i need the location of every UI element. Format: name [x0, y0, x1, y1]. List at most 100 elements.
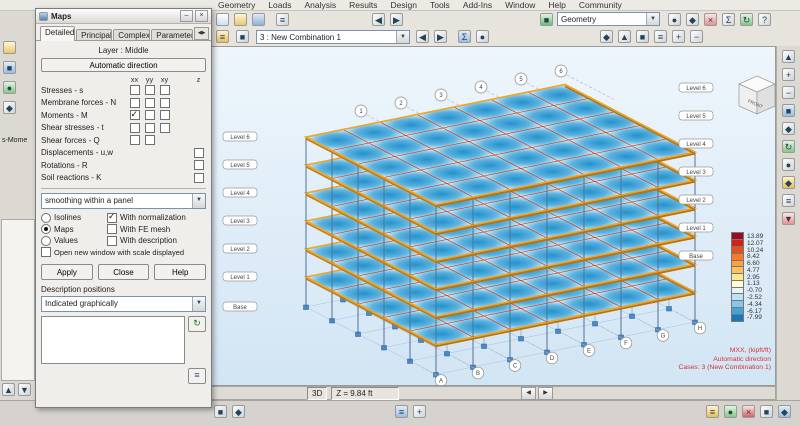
checkbox-z[interactable]: [193, 147, 204, 158]
zoom-out-icon[interactable]: −: [782, 86, 795, 99]
view-manager-icon[interactable]: ■: [214, 405, 227, 418]
open-new-window-option[interactable]: Open new window with scale displayed: [41, 247, 206, 259]
radio-maps[interactable]: Maps: [41, 224, 107, 236]
next-view-icon[interactable]: ▶: [538, 386, 553, 400]
radio-isolines[interactable]: Isolines: [41, 212, 107, 224]
zoom-all-icon[interactable]: ◆: [686, 13, 699, 26]
checkbox-xx[interactable]: [129, 85, 140, 96]
select-cursor-icon[interactable]: ▲: [782, 50, 795, 63]
work-plane-z[interactable]: Z = 9.84 ft: [331, 386, 400, 400]
units-icon[interactable]: ●: [724, 405, 737, 418]
checkbox-xy[interactable]: [159, 85, 170, 96]
menu-help[interactable]: Help: [548, 0, 565, 10]
module-selector[interactable]: Geometry ▼: [557, 12, 660, 26]
calculator-icon[interactable]: Σ: [722, 13, 735, 26]
checkbox-xy[interactable]: [159, 110, 170, 121]
dynamic-view-icon[interactable]: ▼: [782, 212, 795, 225]
dialog-title-bar[interactable]: Maps – ×: [36, 9, 211, 24]
automatic-direction-button[interactable]: Automatic direction: [41, 58, 206, 72]
new-project-icon[interactable]: [216, 13, 229, 26]
checkbox-xx[interactable]: [129, 97, 140, 108]
refresh-icon[interactable]: ↻: [740, 13, 753, 26]
geometry-node-icon[interactable]: ●: [3, 81, 16, 94]
apply-button[interactable]: Apply: [41, 264, 93, 280]
open-project-icon[interactable]: [234, 13, 247, 26]
panel-tab-icon[interactable]: ▲: [2, 383, 15, 396]
view-mode-indicator[interactable]: 3D: [307, 386, 328, 400]
open-new-window-checkbox[interactable]: [41, 247, 51, 258]
checkbox-yy[interactable]: [144, 97, 155, 108]
node-selection-icon[interactable]: ◆: [600, 30, 613, 43]
save-project-icon[interactable]: [252, 13, 265, 26]
clear-selection-icon[interactable]: −: [690, 30, 703, 43]
delete-icon[interactable]: ×: [704, 13, 717, 26]
checkbox-z[interactable]: [193, 172, 204, 183]
warnings-icon[interactable]: ×: [742, 405, 755, 418]
check-with-fe-mesh[interactable]: With FE mesh: [107, 224, 206, 236]
close-button[interactable]: Close: [97, 264, 150, 280]
description-refresh-button[interactable]: ↻: [188, 316, 206, 332]
view-cube[interactable]: FRONT: [735, 73, 779, 119]
panel-tab-icon[interactable]: ▼: [18, 383, 31, 396]
menu-loads[interactable]: Loads: [268, 0, 291, 10]
chevron-down-icon[interactable]: ▼: [396, 31, 409, 43]
checkbox-xx[interactable]: [129, 122, 140, 133]
panels-node-icon[interactable]: ◆: [3, 101, 16, 114]
check-with-normalization[interactable]: With normalization: [107, 211, 206, 224]
axonometric-view-icon[interactable]: ◆: [782, 176, 795, 189]
previous-case-icon[interactable]: ◀: [416, 30, 429, 43]
chevron-down-icon[interactable]: ▼: [646, 13, 659, 25]
chevron-down-icon[interactable]: ▼: [192, 297, 205, 311]
checkbox-yy[interactable]: [144, 135, 155, 146]
menu-results[interactable]: Results: [349, 0, 377, 10]
description-positions-list[interactable]: [41, 316, 185, 364]
snap-settings-icon[interactable]: +: [413, 405, 426, 418]
redo-icon[interactable]: ▶: [390, 13, 403, 26]
view-icon[interactable]: ●: [668, 13, 681, 26]
load-case-selector[interactable]: 3 : New Combination 1 ▼: [256, 30, 410, 44]
structure-model-icon[interactable]: ■: [3, 61, 16, 74]
chevron-down-icon[interactable]: ▼: [192, 194, 205, 208]
structure-3d-view[interactable]: 1 2 3 4 5 6 A B C D E F G H Level 6 Level 6 Level 5 Level…: [210, 46, 776, 386]
help-button[interactable]: Help: [154, 264, 207, 280]
tab-parameters[interactable]: Parameter: [151, 29, 194, 40]
front-view-icon[interactable]: ●: [782, 158, 795, 171]
bar-selection-icon[interactable]: ▲: [618, 30, 631, 43]
printer-icon[interactable]: ≡: [276, 13, 289, 26]
results-status-icon[interactable]: ●: [476, 30, 489, 43]
check-with-description[interactable]: With description: [107, 235, 206, 247]
panel-selection-icon[interactable]: ■: [636, 30, 649, 43]
filter-icon[interactable]: ≡: [654, 30, 667, 43]
menu-community[interactable]: Community: [579, 0, 622, 10]
load-case-list-icon[interactable]: ≡: [216, 30, 229, 43]
checkbox-yy[interactable]: [144, 85, 155, 96]
radio-values[interactable]: Values: [41, 235, 107, 247]
layers-icon[interactable]: ≡: [706, 405, 719, 418]
zoom-in-icon[interactable]: +: [782, 68, 795, 81]
pan-icon[interactable]: ◆: [782, 122, 795, 135]
calculations-icon[interactable]: Σ: [458, 30, 471, 43]
grid-toggle-icon[interactable]: ■: [760, 405, 773, 418]
menu-analysis[interactable]: Analysis: [305, 0, 337, 10]
undo-icon[interactable]: ◀: [372, 13, 385, 26]
open-table-button[interactable]: ≡: [188, 368, 206, 384]
zoom-window-icon[interactable]: ■: [782, 104, 795, 117]
menu-window[interactable]: Window: [505, 0, 535, 10]
menu-addins[interactable]: Add-Ins: [463, 0, 492, 10]
next-case-icon[interactable]: ▶: [434, 30, 447, 43]
checkbox-yy[interactable]: [144, 110, 155, 121]
checkbox-xy[interactable]: [159, 122, 170, 133]
close-icon[interactable]: ×: [195, 10, 208, 22]
tab-principal[interactable]: Principal: [76, 29, 113, 40]
tab-scroll-icon[interactable]: ◀▶: [194, 27, 209, 40]
checkbox-xy[interactable]: [159, 97, 170, 108]
folder-icon[interactable]: [3, 41, 16, 54]
menu-geometry[interactable]: Geometry: [218, 0, 255, 10]
panel-item-label[interactable]: s-Mome: [2, 137, 27, 144]
edit-selection-icon[interactable]: +: [672, 30, 685, 43]
checkbox-z[interactable]: [193, 160, 204, 171]
tab-complex[interactable]: Complex: [113, 29, 151, 40]
checkbox-yy[interactable]: [144, 122, 155, 133]
checkbox-xx[interactable]: [129, 109, 140, 121]
menu-design[interactable]: Design: [391, 0, 417, 10]
